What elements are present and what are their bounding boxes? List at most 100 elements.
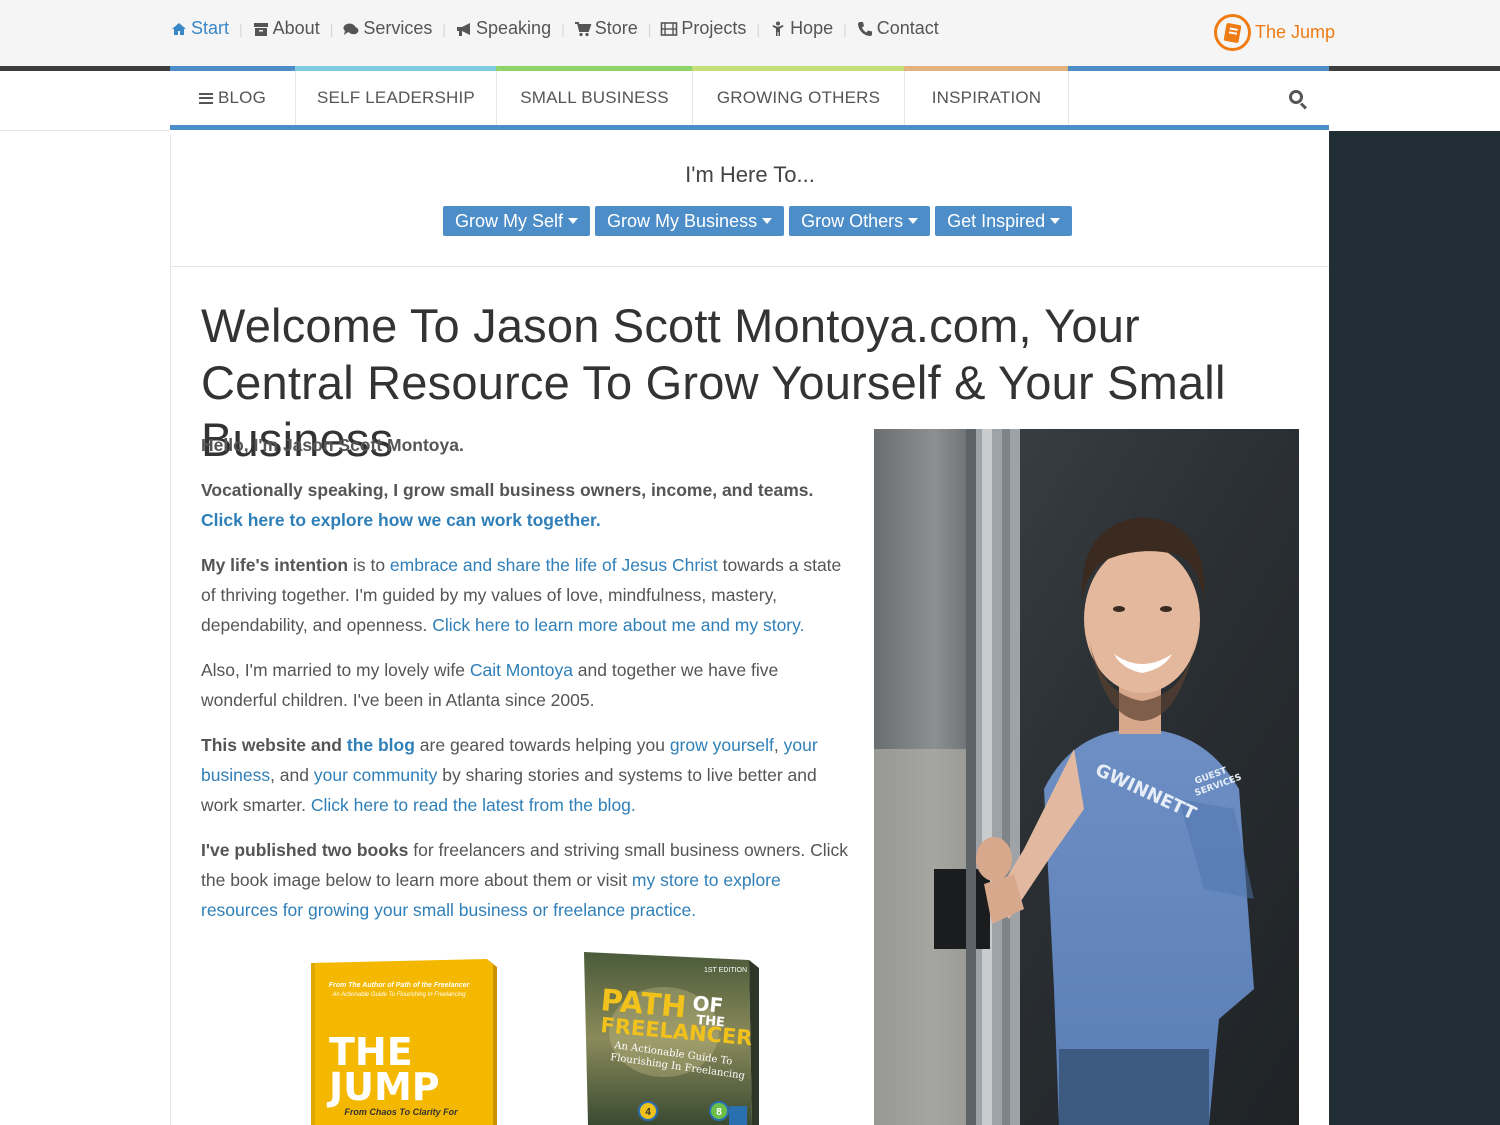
top-nav: Start | About | Services | Speaking | St…: [170, 18, 939, 39]
grow-my-self-label: Grow My Self: [455, 210, 564, 231]
portrait-photo: GWINNETT GUEST SERVICES: [874, 429, 1299, 1125]
get-inspired-button[interactable]: Get Inspired: [935, 206, 1073, 236]
nav-separator: |: [561, 20, 565, 37]
path-of-the-freelancer-book-cover[interactable]: 1ST EDITION PATH OF THE FREELANCER An Ac…: [584, 952, 759, 1125]
nav-growing-others-label: GROWING OTHERS: [716, 88, 881, 107]
cart-icon: [574, 21, 592, 36]
nav-hope[interactable]: Hope: [769, 18, 833, 39]
nav-start-label: Start: [191, 18, 230, 38]
grow-others-button[interactable]: Grow Others: [789, 206, 931, 236]
intention-text: is to: [348, 555, 390, 575]
intro-paragraph: Vocationally speaking, I grow small busi…: [201, 475, 851, 535]
website-bold: This website and: [201, 735, 347, 755]
caret-down-icon: [908, 218, 919, 224]
nav-separator: |: [442, 20, 447, 37]
nav-services[interactable]: Services: [342, 18, 432, 39]
blog-link[interactable]: the blog: [347, 735, 415, 755]
your-community-link[interactable]: your community: [314, 765, 438, 785]
phone-icon: [857, 21, 872, 36]
nav-separator: |: [239, 20, 243, 37]
caret-down-icon: [762, 218, 773, 224]
bullhorn-icon: [457, 22, 471, 36]
nav-inspiration[interactable]: INSPIRATION: [905, 71, 1069, 125]
category-nav: BLOG SELF LEADERSHIP SMALL BUSINESS GROW…: [170, 71, 1329, 130]
book-icon: [1214, 14, 1251, 51]
intro-paragraph: Hello, I'm Jason Scott Montoya.: [201, 430, 851, 460]
home-icon: [172, 22, 186, 35]
nav-separator: |: [756, 20, 761, 37]
caret-down-icon: [1050, 218, 1061, 224]
intention-bold: My life's intention: [201, 555, 349, 575]
here-to-buttons: Grow My Self Grow My Business Grow Other…: [443, 206, 1077, 236]
child-icon: [772, 21, 784, 36]
jump-top-line-1: From The Author of Path of the Freelance…: [329, 982, 471, 989]
nav-contact[interactable]: Contact: [856, 18, 939, 39]
menu-icon: [198, 92, 213, 104]
about-story-link[interactable]: Click here to learn more about me and my…: [432, 615, 804, 635]
jesus-christ-link[interactable]: embrace and share the life of Jesus Chri…: [390, 555, 718, 575]
nav-separator: |: [843, 20, 847, 37]
nav-baseline: [0, 130, 170, 131]
comma: ,: [773, 735, 784, 755]
archive-icon: [253, 22, 268, 36]
the-jump-link[interactable]: The Jump: [1214, 14, 1335, 51]
path-badge-1: 4: [645, 1107, 651, 1118]
nav-projects-label: Projects: [681, 18, 747, 38]
website-text: are geared towards helping you: [414, 735, 670, 755]
comments-icon: [343, 23, 359, 35]
and-text: , and: [270, 765, 314, 785]
nav-speaking-label: Speaking: [476, 18, 552, 38]
nav-growing-others[interactable]: GROWING OTHERS: [693, 71, 905, 125]
nav-speaking[interactable]: Speaking: [455, 18, 551, 39]
grow-my-business-button[interactable]: Grow My Business: [595, 206, 785, 236]
nav-start[interactable]: Start: [170, 18, 229, 39]
content-area: I'm Here To... Grow My Self Grow My Busi…: [170, 135, 1329, 1125]
the-jump-label: The Jump: [1255, 22, 1336, 42]
nav-about[interactable]: About: [252, 18, 320, 39]
nav-self-leadership-label: SELF LEADERSHIP: [317, 88, 475, 107]
nav-inspiration-label: INSPIRATION: [931, 88, 1042, 107]
jump-top-line-2: An Actionable Guide To Flourishing In Fr…: [331, 992, 466, 998]
nav-blog[interactable]: BLOG: [170, 71, 296, 125]
nav-about-label: About: [272, 18, 320, 38]
caret-down-icon: [568, 218, 579, 224]
cait-montoya-link[interactable]: Cait Montoya: [470, 660, 573, 680]
nav-separator: |: [647, 20, 652, 37]
nav-self-leadership[interactable]: SELF LEADERSHIP: [296, 71, 497, 125]
nav-blog-label: BLOG: [217, 88, 267, 107]
nav-services-label: Services: [363, 18, 433, 38]
nav-contact-label: Contact: [876, 18, 939, 38]
nav-small-business-label: SMALL BUSINESS: [520, 88, 669, 107]
vocation-text: Vocationally speaking, I grow small busi…: [201, 480, 814, 500]
intro-text: Hello, I'm Jason Scott Montoya. Vocation…: [201, 430, 851, 940]
get-inspired-label: Get Inspired: [947, 210, 1046, 231]
path-edition: 1ST EDITION: [704, 967, 747, 974]
jump-subtitle: From Chaos To Clarity For: [344, 1107, 458, 1117]
nav-store[interactable]: Store: [574, 18, 638, 39]
nav-small-business[interactable]: SMALL BUSINESS: [497, 71, 693, 125]
nav-hope-label: Hope: [790, 18, 834, 38]
family-text: Also, I'm married to my lovely wife: [201, 660, 470, 680]
grow-my-business-label: Grow My Business: [607, 210, 758, 231]
intro-paragraph: My life's intention is to embrace and sh…: [201, 550, 851, 640]
latest-blog-link[interactable]: Click here to read the latest from the b…: [311, 795, 636, 815]
top-bar: Start | About | Services | Speaking | St…: [0, 0, 1500, 66]
grow-yourself-link[interactable]: grow yourself: [670, 735, 774, 755]
grow-my-self-button[interactable]: Grow My Self: [443, 206, 591, 236]
work-together-link[interactable]: Click here to explore how we can work to…: [201, 510, 601, 530]
here-to-section: I'm Here To... Grow My Self Grow My Busi…: [171, 135, 1329, 267]
greeting: Hello, I'm Jason Scott Montoya.: [201, 435, 464, 455]
nav-separator: |: [329, 20, 334, 37]
search-icon[interactable]: [1289, 90, 1309, 110]
intro-paragraph: This website and the blog are geared tow…: [201, 730, 851, 820]
film-icon: [661, 21, 678, 36]
jump-title-2: JUMP: [326, 1065, 440, 1109]
intro-paragraph: I've published two books for freelancers…: [201, 835, 851, 925]
right-dark-panel: [1329, 131, 1500, 1125]
the-jump-book-cover[interactable]: From The Author of Path of the Freelance…: [311, 957, 497, 1125]
nav-projects[interactable]: Projects: [660, 18, 746, 39]
path-badge-2: 8: [716, 1107, 722, 1118]
grow-others-label: Grow Others: [801, 210, 904, 231]
here-to-title: I'm Here To...: [685, 162, 815, 187]
nav-store-label: Store: [594, 18, 638, 38]
